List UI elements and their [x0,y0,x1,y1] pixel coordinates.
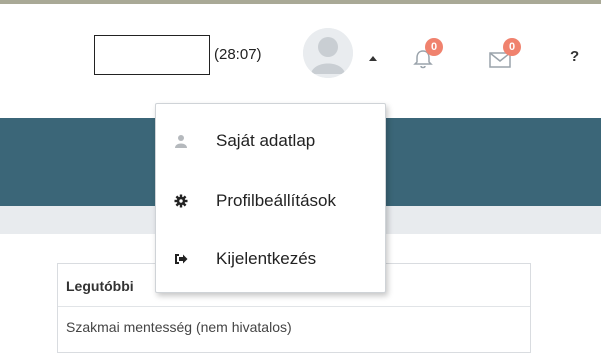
caret-up-icon[interactable] [369,56,377,61]
user-icon [175,135,187,148]
card-heading: Legutóbbi [66,278,134,294]
user-avatar[interactable] [303,28,353,78]
avatar-silhouette-icon [303,28,353,78]
top-divider [0,0,601,4]
menu-item-label: Kijelentkezés [216,249,317,268]
messages-badge: 0 [503,38,521,56]
menu-item-label: Profilbeállítások [216,191,337,210]
gear-icon [174,194,188,208]
menu-item-profile[interactable]: Saját adatlap [156,114,385,168]
menu-item-logout[interactable]: Kijelentkezés [156,232,385,286]
menu-item-preferences[interactable]: Profilbeállítások [156,174,385,228]
menu-item-label: Saját adatlap [216,131,316,150]
user-dropdown-menu: Saját adatlap Profilbeállítások Kijelent… [155,103,386,293]
name-field[interactable] [94,35,210,75]
list-item[interactable]: Szakmai mentesség (nem hivatalos) [66,319,292,335]
notifications-badge: 0 [425,38,443,56]
sign-out-icon [175,254,188,264]
help-icon[interactable]: ? [570,48,579,65]
card-divider [58,306,530,307]
session-timer: (28:07) [214,46,262,63]
